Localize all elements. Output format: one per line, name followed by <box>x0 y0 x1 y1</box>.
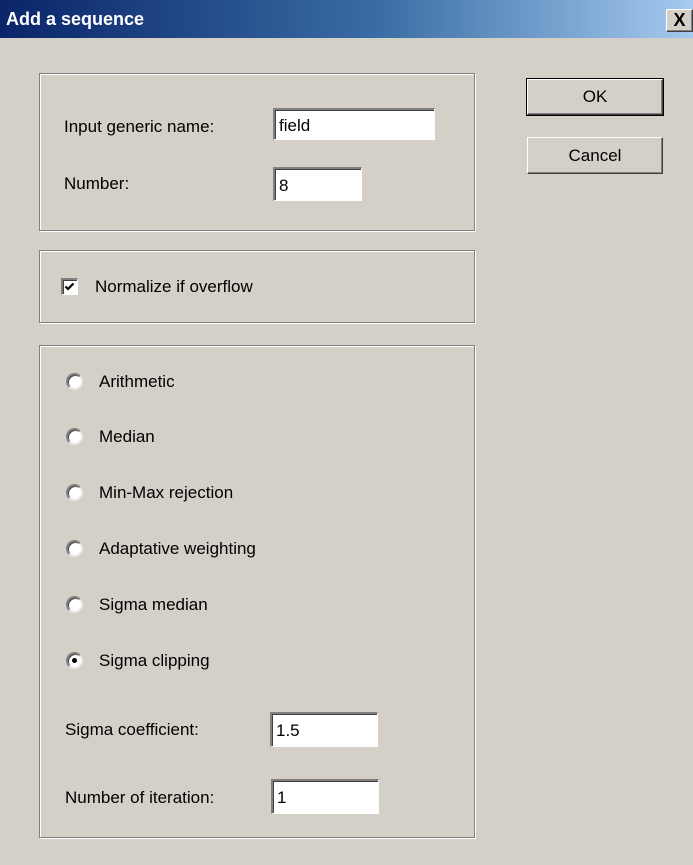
ok-button[interactable]: OK <box>526 78 664 116</box>
radio-label-arithmetic: Arithmetic <box>99 372 175 391</box>
iterations-label: Number of iteration: <box>65 788 215 807</box>
radio-arithmetic[interactable] <box>66 373 83 390</box>
radio-sigma-median[interactable] <box>66 596 83 613</box>
close-icon: X <box>673 10 686 30</box>
radio-min-max-rejection[interactable] <box>66 484 83 501</box>
radio-label-adaptative-weighting: Adaptative weighting <box>99 539 256 558</box>
radio-label-sigma-median: Sigma median <box>99 595 208 614</box>
dialog-title: Add a sequence <box>6 9 145 29</box>
radio-sigma-clipping[interactable] <box>66 652 83 669</box>
ok-button-label: OK <box>582 87 608 106</box>
sigma-coefficient-label: Sigma coefficient: <box>65 720 199 739</box>
normalize-label: Normalize if overflow <box>95 277 253 296</box>
number-input[interactable] <box>273 167 362 201</box>
radio-adaptative-weighting[interactable] <box>66 540 83 557</box>
generic-name-label: Input generic name: <box>64 117 215 136</box>
name-group <box>39 73 475 231</box>
radio-label-min-max-rejection: Min-Max rejection <box>99 483 234 502</box>
checkmark-icon <box>64 282 75 291</box>
radio-label-sigma-clipping: Sigma clipping <box>99 651 210 670</box>
iterations-input[interactable] <box>271 779 379 814</box>
sigma-coefficient-input[interactable] <box>270 712 378 747</box>
cancel-button-label: Cancel <box>568 146 622 165</box>
number-label: Number: <box>64 174 130 193</box>
generic-name-input[interactable] <box>273 108 435 140</box>
radio-median[interactable] <box>66 428 83 445</box>
radio-label-median: Median <box>99 427 155 446</box>
cancel-button[interactable]: Cancel <box>527 137 663 174</box>
radio-selected-dot <box>72 658 77 663</box>
method-group <box>39 345 475 838</box>
close-button[interactable]: X <box>666 9 693 32</box>
normalize-checkbox[interactable] <box>61 278 78 295</box>
title-bar: Add a sequence X <box>0 0 693 38</box>
